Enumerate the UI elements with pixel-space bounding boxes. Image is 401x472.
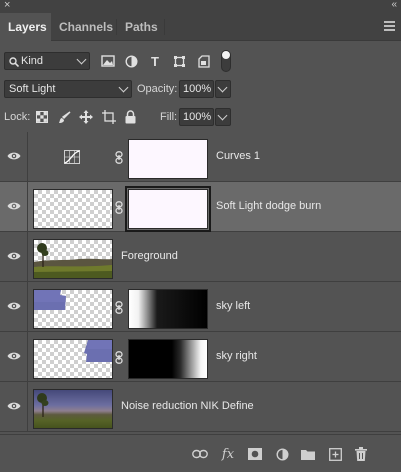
layer-thumbnail[interactable] bbox=[33, 239, 113, 279]
lock-position-icon[interactable] bbox=[78, 109, 94, 125]
mask-link-icon[interactable] bbox=[115, 351, 123, 364]
opacity-dropdown-button[interactable] bbox=[215, 80, 231, 98]
layer-thumbnail[interactable] bbox=[33, 189, 113, 229]
layer-thumbnail[interactable] bbox=[33, 289, 113, 329]
lock-paint-icon[interactable] bbox=[56, 109, 72, 125]
tab-channels[interactable]: Channels bbox=[51, 13, 121, 41]
layer-name: Curves 1 bbox=[216, 150, 261, 162]
visibility-toggle[interactable] bbox=[0, 132, 28, 182]
search-icon bbox=[9, 57, 19, 67]
layer-mask-thumbnail[interactable] bbox=[128, 339, 208, 379]
layer-name: Soft Light dodge burn bbox=[216, 200, 322, 212]
opacity-label: Opacity: bbox=[137, 83, 178, 95]
tab-divider bbox=[164, 19, 165, 35]
tab-paths[interactable]: Paths bbox=[117, 13, 166, 41]
panel-title-strip: × « bbox=[0, 0, 401, 13]
layer-mask-thumbnail[interactable] bbox=[128, 289, 208, 329]
new-adjustment-icon[interactable] bbox=[273, 446, 291, 462]
pixel-filter-icon[interactable] bbox=[100, 53, 116, 69]
eye-icon bbox=[7, 252, 21, 260]
lock-transparent-icon[interactable] bbox=[34, 109, 50, 125]
tab-layers[interactable]: Layers bbox=[0, 13, 51, 41]
layer-thumbnail[interactable] bbox=[33, 389, 113, 429]
layers-list: Curves 1 Soft Light dodge burn Foregroun… bbox=[0, 132, 401, 434]
layer-row[interactable]: sky right bbox=[0, 332, 401, 382]
filter-kind-select[interactable]: Kind bbox=[4, 52, 90, 70]
type-filter-icon[interactable]: T bbox=[147, 53, 163, 69]
layer-style-icon[interactable]: fx bbox=[219, 446, 237, 462]
delete-layer-icon[interactable] bbox=[352, 446, 370, 462]
layer-row[interactable]: Soft Light dodge burn bbox=[0, 182, 401, 232]
layer-name: sky right bbox=[216, 350, 257, 362]
eye-icon bbox=[7, 402, 21, 410]
close-panel-button[interactable]: × bbox=[4, 0, 10, 11]
layer-row[interactable]: Noise reduction NIK Define bbox=[0, 382, 401, 432]
layer-name: sky left bbox=[216, 300, 251, 312]
layer-thumbnail[interactable] bbox=[33, 339, 113, 379]
panel-menu-icon[interactable] bbox=[384, 21, 395, 31]
fill-label: Fill: bbox=[160, 111, 178, 123]
visibility-toggle[interactable] bbox=[0, 182, 28, 232]
layers-panel: × « Layers Channels Paths Kind T Soft Li… bbox=[0, 0, 401, 472]
chevron-down-icon bbox=[118, 82, 129, 93]
mask-link-icon[interactable] bbox=[115, 151, 123, 164]
layer-row[interactable]: sky left bbox=[0, 282, 401, 332]
blend-row: Soft Light Opacity: 100% bbox=[0, 79, 401, 99]
mask-link-icon[interactable] bbox=[115, 301, 123, 314]
layer-name: Noise reduction NIK Define bbox=[121, 400, 254, 412]
layer-mask-thumbnail[interactable] bbox=[125, 186, 211, 232]
visibility-toggle[interactable] bbox=[0, 282, 28, 332]
lock-all-icon[interactable] bbox=[122, 109, 138, 125]
filter-kind-label: Kind bbox=[21, 55, 44, 67]
blend-mode-select[interactable]: Soft Light bbox=[4, 80, 132, 98]
new-layer-icon[interactable] bbox=[326, 446, 344, 462]
mask-link-icon[interactable] bbox=[115, 201, 123, 214]
visibility-toggle[interactable] bbox=[0, 332, 28, 382]
filter-toggle-icon[interactable] bbox=[221, 50, 231, 72]
lock-label: Lock: bbox=[4, 111, 31, 123]
tab-bar: Layers Channels Paths bbox=[0, 13, 401, 41]
fill-input[interactable]: 100% bbox=[179, 108, 214, 126]
lock-row: Lock: Fill: 100% bbox=[0, 107, 401, 127]
link-layers-icon[interactable] bbox=[191, 446, 209, 462]
filter-row: Kind T bbox=[0, 50, 401, 72]
visibility-toggle[interactable] bbox=[0, 382, 28, 432]
eye-icon bbox=[7, 302, 21, 310]
curves-adjustment-icon bbox=[64, 150, 80, 164]
adjustment-filter-icon[interactable] bbox=[123, 53, 139, 69]
add-mask-icon[interactable] bbox=[246, 446, 264, 462]
collapse-panel-button[interactable]: « bbox=[391, 0, 396, 10]
opacity-value: 100% bbox=[183, 83, 212, 95]
opacity-input[interactable]: 100% bbox=[179, 80, 214, 98]
smart-object-filter-icon[interactable] bbox=[196, 53, 212, 69]
eye-icon bbox=[7, 202, 21, 210]
layer-mask-thumbnail[interactable] bbox=[128, 139, 208, 179]
lock-artboard-icon[interactable] bbox=[101, 109, 117, 125]
new-group-icon[interactable] bbox=[299, 446, 317, 462]
fill-value: 100% bbox=[183, 111, 212, 123]
eye-icon bbox=[7, 152, 21, 160]
layer-row[interactable]: Curves 1 bbox=[0, 132, 401, 182]
layer-row[interactable]: Foreground bbox=[0, 232, 401, 282]
layer-name: Foreground bbox=[121, 250, 178, 262]
chevron-down-icon bbox=[217, 82, 228, 93]
blend-mode-value: Soft Light bbox=[9, 83, 56, 95]
eye-icon bbox=[7, 352, 21, 360]
layers-bottom-toolbar: fx bbox=[0, 434, 401, 472]
shape-filter-icon[interactable] bbox=[171, 53, 187, 69]
visibility-toggle[interactable] bbox=[0, 232, 28, 282]
chevron-down-icon bbox=[217, 110, 228, 121]
fill-dropdown-button[interactable] bbox=[215, 108, 231, 126]
chevron-down-icon bbox=[76, 54, 87, 65]
